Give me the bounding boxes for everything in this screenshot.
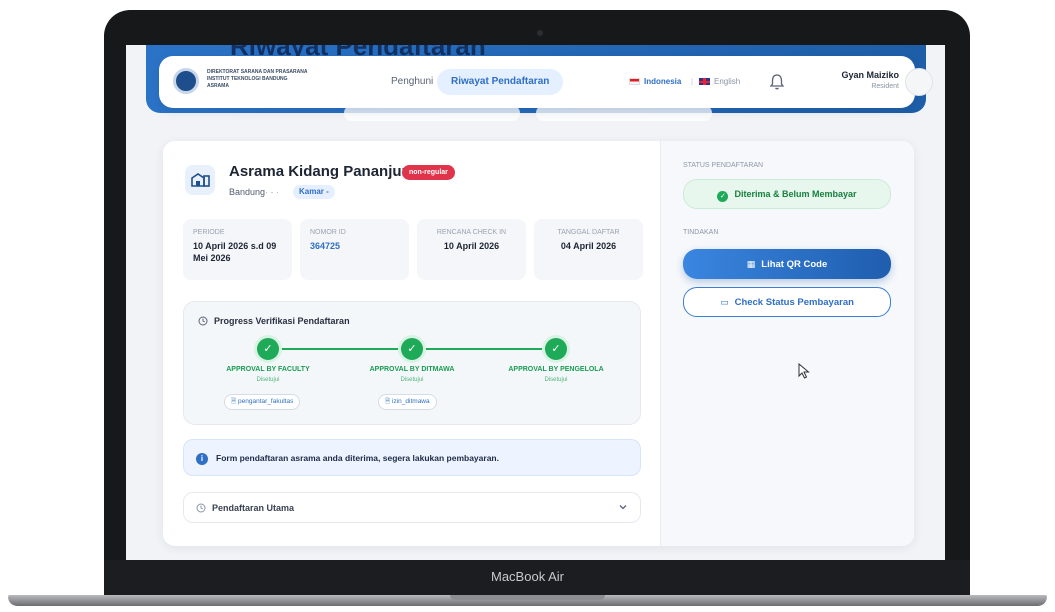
- clock-icon: [198, 316, 208, 326]
- status-badge: non-regular: [402, 165, 455, 180]
- info-value: 364725: [310, 241, 341, 251]
- file-icon: 🗎: [231, 398, 239, 405]
- user-name: Gyan Maiziko: [841, 70, 899, 80]
- registration-card: Asrama Kidang Pananjung non-regular Band…: [163, 141, 914, 546]
- language-divider: |: [691, 77, 694, 86]
- check-circle-icon: ✓: [717, 191, 729, 202]
- credit-card-icon: ▭: [720, 297, 729, 307]
- step-label: APPROVAL BY PENGELOLA: [508, 366, 604, 373]
- info-tanggal-daftar: TANGGAL DAFTAR 04 April 2026: [534, 219, 643, 280]
- info-check-in: RENCANA CHECK IN 10 April 2026: [417, 219, 526, 280]
- info-value: 10 April 2026 s.d 09 Mei 2026: [193, 241, 277, 263]
- org-line-2: INSTITUT TEKNOLOGI BANDUNG: [207, 76, 288, 82]
- city: Bandung: [229, 187, 266, 197]
- step-status: Disetujui: [400, 377, 424, 383]
- indonesia-flag-icon: [629, 78, 640, 85]
- info-label: RENCANA CHECK IN: [436, 229, 507, 236]
- building-icon: [185, 165, 215, 195]
- language-label: English: [714, 77, 741, 86]
- step-status: Disetujui: [256, 377, 280, 383]
- file-chip-pengantar-fakultas[interactable]: 🗎 pengantar_fakultas: [224, 394, 301, 410]
- check-icon: ✓: [545, 338, 567, 360]
- itb-logo: [173, 68, 199, 94]
- camera: [537, 30, 543, 36]
- file-name: pengantar_fakultas: [238, 398, 294, 405]
- info-nomor-id: NOMOR ID 364725: [300, 219, 409, 280]
- accordion-pendaftaran-utama[interactable]: Pendaftaran Utama: [183, 492, 641, 523]
- side-panel: STATUS PENDAFTARAN ✓ Diterima & Belum Mem…: [660, 141, 914, 546]
- info-value: 10 April 2026: [443, 241, 500, 251]
- language-label: Indonesia: [644, 77, 682, 86]
- info-label: TANGGAL DAFTAR: [557, 229, 620, 236]
- history-icon: [196, 503, 206, 513]
- navbar: DIREKTORAT SARANA DAN PRASARANA INSTITUT…: [159, 56, 933, 108]
- info-label: PERIODE: [193, 229, 225, 236]
- tab-riwayat-pendaftaran[interactable]: Riwayat Pendaftaran: [437, 69, 564, 95]
- info-icon: i: [196, 453, 208, 465]
- language-indonesia[interactable]: Indonesia: [629, 77, 681, 86]
- status-text: Diterima & Belum Membayar: [734, 189, 857, 199]
- org-line-3: ASRAMA: [207, 83, 229, 89]
- avatar[interactable]: [905, 68, 933, 96]
- view-qr-code-button[interactable]: ▦ Lihat QR Code: [683, 249, 891, 279]
- check-icon: ✓: [257, 338, 279, 360]
- uk-flag-icon: [699, 78, 710, 85]
- button-label: Lihat QR Code: [761, 259, 828, 270]
- file-name: izin_ditmawa: [392, 398, 430, 405]
- status-heading: STATUS PENDAFTARAN: [683, 162, 764, 169]
- chevron-down-icon: [619, 505, 627, 510]
- step-label: APPROVAL BY DITMAWA: [369, 366, 455, 373]
- accordion-label: Pendaftaran Utama: [212, 503, 295, 513]
- language-english[interactable]: English: [699, 77, 740, 86]
- check-payment-status-button[interactable]: ▭ Check Status Pembayaran: [683, 287, 891, 317]
- laptop-notch: [450, 595, 605, 600]
- separator: · - ·: [265, 187, 279, 197]
- button-label: Check Status Pembayaran: [734, 297, 854, 308]
- alert-text: Form pendaftaran asrama anda diterima, s…: [216, 453, 499, 463]
- info-alert: i Form pendaftaran asrama anda diterima,…: [183, 439, 641, 476]
- org-name: DIREKTORAT SARANA DAN PRASARANA INSTITUT…: [207, 69, 307, 90]
- device-label: MacBook Air: [491, 569, 564, 584]
- check-icon: ✓: [401, 338, 423, 360]
- step-status: Disetujui: [544, 377, 568, 383]
- info-value: 04 April 2026: [560, 241, 617, 251]
- user-role: Resident: [871, 83, 899, 90]
- registration-status: ✓ Diterima & Belum Membayar: [683, 179, 891, 209]
- step-label: APPROVAL BY FACULTY: [226, 366, 310, 373]
- room-pill: Kamar -: [293, 185, 335, 199]
- org-line-1: DIREKTORAT SARANA DAN PRASARANA: [207, 69, 308, 75]
- progress-panel: Progress Verifikasi Pendaftaran ✓ APPROV…: [183, 301, 641, 425]
- dorm-name: Asrama Kidang Pananjung: [229, 163, 420, 180]
- file-chip-izin-ditmawa[interactable]: 🗎 izin_ditmawa: [378, 394, 437, 410]
- bell-icon[interactable]: [769, 73, 785, 91]
- info-label: NOMOR ID: [310, 229, 346, 236]
- screen: Riwayat Pendaftaran DIREKTORAT SARANA DA…: [126, 45, 945, 560]
- info-periode: PERIODE 10 April 2026 s.d 09 Mei 2026: [183, 219, 292, 280]
- qr-code-icon: ▦: [746, 259, 756, 269]
- progress-title: Progress Verifikasi Pendaftaran: [214, 316, 350, 326]
- mouse-cursor-icon: [798, 363, 810, 379]
- file-icon: 🗎: [385, 398, 393, 405]
- actions-heading: TINDAKAN: [683, 229, 719, 236]
